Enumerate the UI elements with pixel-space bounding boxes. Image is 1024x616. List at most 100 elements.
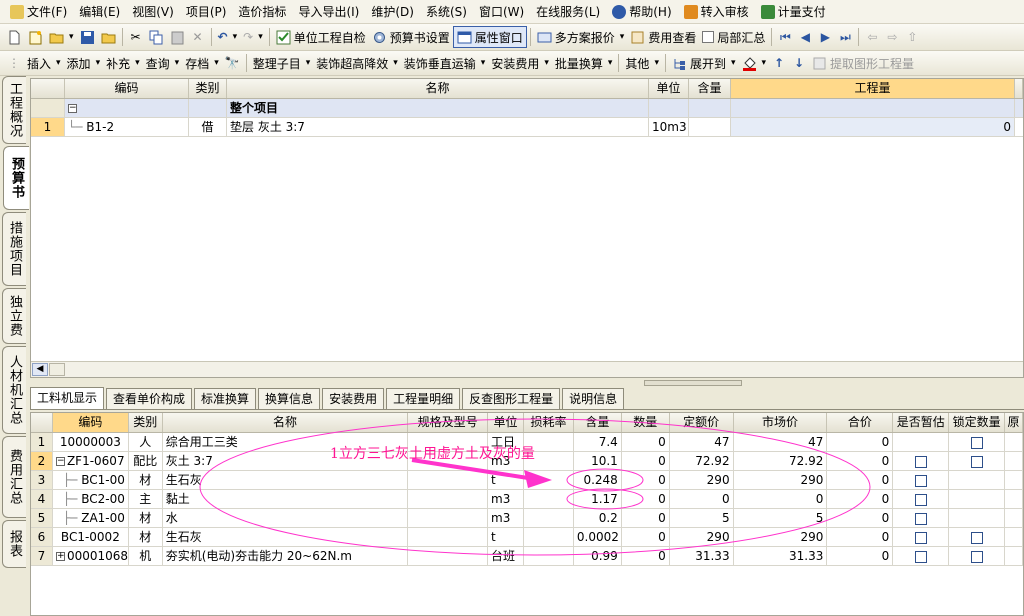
next-record-button[interactable]: ▶ [815,26,835,48]
detail-tab[interactable]: 安装费用 [322,388,385,409]
other-button[interactable]: 其他 [622,52,662,74]
provisional-checkbox[interactable] [914,531,927,544]
menu-item[interactable]: 维护(D) [365,2,420,22]
menu-item[interactable]: 帮助(H) [606,2,677,22]
lock-qty-checkbox[interactable] [970,436,983,449]
header-quantity[interactable]: 工程量 [731,79,1015,98]
cell-code[interactable]: +00001068 [53,547,129,565]
open-button[interactable] [46,26,77,48]
menu-item[interactable]: 编辑(E) [73,2,126,22]
menu-item[interactable]: 视图(V) [126,2,180,22]
column-header[interactable]: 是否暂估 [893,413,950,432]
detail-tab[interactable]: 查看单价构成 [106,388,193,409]
save-button[interactable] [77,26,98,48]
cell-total[interactable]: 0 [827,490,894,508]
cell-unit[interactable]: m3 [488,490,524,508]
cell-content[interactable]: 0.248 [574,471,622,489]
prev-record-button[interactable]: ◀ [795,26,815,48]
nav-right-button[interactable]: ⇨ [882,26,902,48]
cell-price[interactable]: 5 [670,509,734,527]
column-header[interactable]: 类别 [129,413,163,432]
cell-total[interactable]: 0 [827,471,894,489]
column-header[interactable]: 编码 [52,413,129,432]
table-row[interactable]: 1 └─ B1-2 借 垫层 灰土 3:7 10m3 0 [31,118,1023,137]
cell-name[interactable]: 生石灰 [163,471,409,489]
cell-qty[interactable]: 0 [622,471,670,489]
header-name[interactable]: 名称 [227,79,649,98]
menu-item[interactable]: 文件(F) [4,2,73,22]
provisional-checkbox[interactable] [914,455,927,468]
detail-tab[interactable]: 换算信息 [258,388,321,409]
partial-sum-toggle[interactable]: 局部汇总 [699,26,768,48]
menu-item[interactable]: 在线服务(L) [530,2,606,22]
cell-name[interactable]: 生石灰 [163,528,409,546]
table-row[interactable]: 4 ├─ BC2-00 主黏土 m3 1.17 0 0 0 0 [31,490,1023,509]
cell-loss[interactable] [524,490,574,508]
lock-qty-checkbox[interactable] [970,550,983,563]
header-content[interactable]: 含量 [689,79,731,98]
cell-name[interactable]: 夯实机(电动)夯击能力 20~62N.m [163,547,409,565]
unit-check-button[interactable]: 单位工程自检 [273,26,369,48]
cell-type[interactable]: 材 [129,528,163,546]
tab-labor-material-summary[interactable]: 人材机汇总 [2,346,26,434]
column-header[interactable]: 市场价 [734,413,828,432]
cell-loss[interactable] [524,471,574,489]
lock-qty-checkbox[interactable] [970,455,983,468]
cell-content[interactable]: 7.4 [574,433,622,451]
menu-item[interactable]: 系统(S) [420,2,473,22]
cell-content[interactable]: 0.0002 [574,528,622,546]
cell-qty[interactable]: 0 [622,547,670,565]
cell-market[interactable]: 31.33 [734,547,828,565]
deco-transport-button[interactable]: 装饰垂直运输 [401,52,489,74]
header-type[interactable]: 类别 [189,79,227,98]
cell-market[interactable]: 72.92 [734,452,828,470]
provisional-checkbox[interactable] [914,493,927,506]
cell-spec[interactable] [408,471,489,489]
menu-item[interactable]: 导入导出(I) [292,2,365,22]
collapse-toggle[interactable]: − [55,457,65,466]
cell-type[interactable]: 配比 [129,452,163,470]
panel-splitter[interactable] [644,380,742,386]
expand-toggle[interactable]: + [55,552,65,561]
row-name[interactable]: 垫层 灰土 3:7 [227,118,649,136]
cell-loss[interactable] [524,547,574,565]
cell-spec[interactable] [408,547,489,565]
cell-type[interactable]: 机 [129,547,163,565]
menu-item[interactable]: 计量支付 [755,2,832,22]
tab-fee-summary[interactable]: 费用汇总 [2,436,26,518]
table-row[interactable]: 6 BC1-0002 材生石灰 t 0.0002 0 290 290 0 [31,528,1024,547]
cell-spec[interactable] [408,490,489,508]
expand-to-button[interactable]: 展开到 [669,52,739,74]
row-type[interactable]: 借 [189,118,227,136]
group-row[interactable]: − 整个项目 [31,99,1023,118]
tab-budget[interactable]: 预算书 [3,146,29,210]
cell-loss[interactable] [524,509,574,527]
provisional-checkbox[interactable] [914,474,927,487]
cell-price[interactable]: 72.92 [670,452,734,470]
row-quantity[interactable]: 0 [731,118,1015,136]
cell-code[interactable]: ├─ ZA1-00 [53,509,129,527]
cell-code[interactable]: ├─ BC2-00 [53,490,129,508]
detail-tab[interactable]: 工程量明细 [386,388,461,409]
cell-price[interactable]: 290 [670,528,734,546]
move-down-button[interactable]: ↓ [789,52,809,74]
cell-unit[interactable]: m3 [488,509,524,527]
cell-total[interactable]: 0 [827,509,894,527]
insert-button[interactable]: 插入 [24,52,64,74]
add-button[interactable]: 添加 [64,52,104,74]
table-row[interactable]: 7 +00001068 机夯实机(电动)夯击能力 20~62N.m 台班 0.99 0 31… [31,547,1024,566]
header-unit[interactable]: 单位 [649,79,689,98]
cell-name[interactable]: 黏土 [163,490,409,508]
table-row[interactable]: 5 ├─ ZA1-00 材水 m3 0.2 0 5 5 0 [31,509,1023,528]
new-file-button[interactable] [4,26,25,48]
detail-tab[interactable]: 说明信息 [562,388,625,409]
tab-independent-fee[interactable]: 独立费 [2,288,26,344]
collapse-toggle[interactable]: − [68,104,77,113]
cell-code[interactable]: − ZF1-0607 [53,452,129,470]
cell-content[interactable]: 0.99 [574,547,622,565]
detail-tab[interactable]: 工料机显示 [30,387,105,409]
query-button[interactable]: 查询 [143,52,183,74]
cell-content[interactable]: 10.1 [574,452,622,470]
menu-item[interactable]: 项目(P) [180,2,233,22]
copy-button[interactable] [146,26,167,48]
